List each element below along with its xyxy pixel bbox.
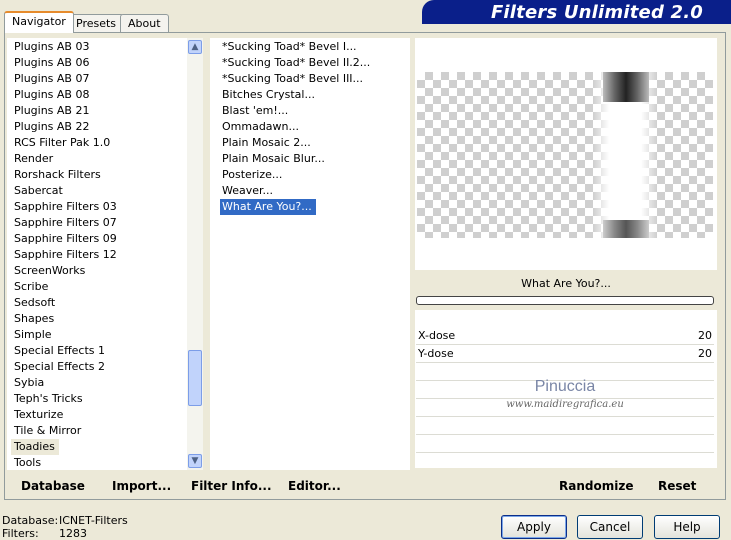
scroll-up-icon[interactable]: ▲: [188, 40, 202, 54]
filter-list[interactable]: *Sucking Toad* Bevel I... *Sucking Toad* …: [210, 38, 410, 470]
param-label: X-dose: [418, 329, 456, 342]
category-item[interactable]: Sedsoft: [7, 295, 55, 311]
tab-navigator[interactable]: Navigator: [4, 11, 74, 33]
filter-item[interactable]: Plain Mosaic Blur...: [220, 151, 329, 167]
editor-button[interactable]: Editor...: [288, 479, 341, 493]
preview-image: [417, 72, 713, 238]
apply-button[interactable]: Apply: [501, 515, 567, 539]
category-item[interactable]: Tile & Mirror: [7, 423, 81, 439]
param-row-x-dose[interactable]: X-dose 20: [416, 327, 714, 345]
filter-item[interactable]: Weaver...: [220, 183, 277, 199]
help-button[interactable]: Help: [654, 515, 720, 539]
progress-bar: [416, 296, 714, 305]
filter-item[interactable]: Blast 'em!...: [220, 103, 292, 119]
filter-item[interactable]: Bitches Crystal...: [220, 87, 319, 103]
category-item[interactable]: Simple: [7, 327, 52, 343]
filter-item[interactable]: What Are You?...: [220, 199, 316, 215]
category-item[interactable]: Plugins AB 07: [7, 71, 89, 87]
watermark-name: Pinuccia: [534, 378, 596, 395]
category-item[interactable]: Shapes: [7, 311, 54, 327]
randomize-button[interactable]: Randomize: [559, 479, 633, 493]
category-item[interactable]: Special Effects 2: [7, 359, 105, 375]
category-item[interactable]: Plugins AB 03: [7, 39, 89, 55]
preview-filter-name: What Are You?...: [415, 273, 717, 295]
param-value: 20: [698, 329, 712, 342]
param-value: 20: [698, 347, 712, 360]
category-item[interactable]: Sapphire Filters 12: [7, 247, 117, 263]
category-item[interactable]: Plugins AB 08: [7, 87, 89, 103]
database-button[interactable]: Database: [21, 479, 85, 493]
scroll-thumb[interactable]: [188, 350, 202, 406]
status-database-label: Database:: [2, 514, 59, 527]
tab-presets[interactable]: Presets: [68, 14, 125, 32]
status-filters: Filters: 1283: [2, 527, 87, 540]
category-item[interactable]: Plugins AB 06: [7, 55, 89, 71]
filter-item[interactable]: Posterize...: [220, 167, 286, 183]
category-item[interactable]: Plugins AB 21: [7, 103, 89, 119]
cancel-button[interactable]: Cancel: [577, 515, 643, 539]
filter-item[interactable]: *Sucking Toad* Bevel III...: [220, 71, 367, 87]
category-item[interactable]: Sapphire Filters 09: [7, 231, 117, 247]
category-item[interactable]: Toadies: [11, 439, 59, 455]
app-title: Filters Unlimited 2.0: [490, 2, 703, 23]
category-item[interactable]: Teph's Tricks: [7, 391, 83, 407]
filter-info-button[interactable]: Filter Info...: [191, 479, 272, 493]
param-label: Y-dose: [418, 347, 454, 360]
category-item[interactable]: Plugins AB 22: [7, 119, 89, 135]
category-item[interactable]: RCS Filter Pak 1.0: [7, 135, 110, 151]
category-item[interactable]: ScreenWorks: [7, 263, 85, 279]
category-item[interactable]: Sybia: [7, 375, 44, 391]
status-filters-value: 1283: [59, 527, 87, 540]
category-item[interactable]: Render: [7, 151, 53, 167]
scroll-down-icon[interactable]: ▼: [188, 454, 202, 468]
param-row-y-dose[interactable]: Y-dose 20: [416, 345, 714, 363]
watermark-url: www.maidiregrafica.eu: [506, 399, 624, 410]
category-item[interactable]: Sabercat: [7, 183, 63, 199]
filter-item[interactable]: Plain Mosaic 2...: [220, 135, 315, 151]
category-scrollbar[interactable]: ▲ ▼: [187, 38, 203, 470]
category-item[interactable]: Sapphire Filters 03: [7, 199, 117, 215]
status-database-value: ICNET-Filters: [59, 514, 128, 527]
category-item[interactable]: Texturize: [7, 407, 63, 423]
tab-about[interactable]: About: [120, 14, 169, 32]
app-title-banner: Filters Unlimited 2.0: [422, 0, 731, 24]
category-item[interactable]: Rorshack Filters: [7, 167, 101, 183]
filter-item[interactable]: Ommadawn...: [220, 119, 303, 135]
preview-area: [415, 38, 717, 270]
category-list[interactable]: Plugins AB 03 Plugins AB 06 Plugins AB 07 P…: [7, 38, 187, 470]
filter-item[interactable]: *Sucking Toad* Bevel I...: [220, 39, 361, 55]
filter-item[interactable]: *Sucking Toad* Bevel II.2...: [220, 55, 374, 71]
category-item[interactable]: Tools: [7, 455, 41, 470]
status-filters-label: Filters:: [2, 527, 39, 540]
category-item[interactable]: Scribe: [7, 279, 48, 295]
reset-button[interactable]: Reset: [658, 479, 696, 493]
category-item[interactable]: Special Effects 1: [7, 343, 105, 359]
status-database: Database: ICNET-Filters: [2, 514, 128, 527]
category-item[interactable]: Sapphire Filters 07: [7, 215, 117, 231]
import-button[interactable]: Import...: [112, 479, 171, 493]
